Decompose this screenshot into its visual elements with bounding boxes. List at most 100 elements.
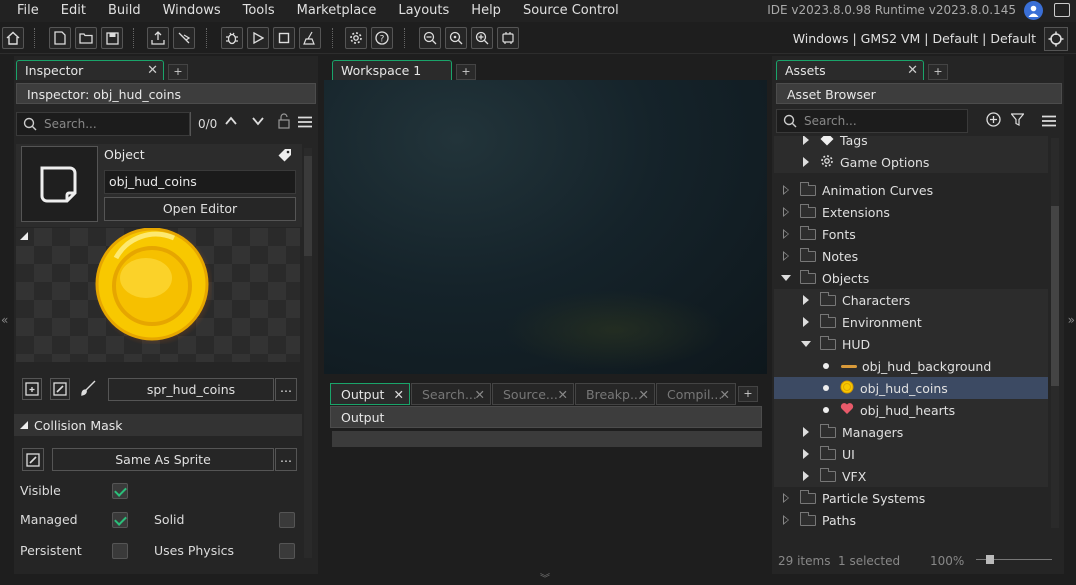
menu-windows[interactable]: Windows bbox=[152, 0, 232, 22]
sprite-selector[interactable]: spr_hud_coins bbox=[108, 378, 274, 401]
menu-source-control[interactable]: Source Control bbox=[512, 0, 630, 22]
tree-item-paths[interactable]: Paths bbox=[774, 509, 1048, 531]
preferences-gear-icon[interactable] bbox=[345, 27, 367, 49]
expand-icon[interactable] bbox=[800, 471, 812, 481]
expand-icon[interactable] bbox=[780, 185, 792, 195]
collapse-icon[interactable] bbox=[780, 275, 792, 281]
clean-build-icon[interactable] bbox=[173, 27, 195, 49]
open-editor-button[interactable]: Open Editor bbox=[104, 197, 296, 221]
add-asset-icon[interactable] bbox=[986, 112, 1001, 130]
tree-item-vfx[interactable]: VFX bbox=[774, 465, 1048, 487]
expand-icon[interactable] bbox=[800, 295, 812, 305]
tree-item-notes[interactable]: Notes bbox=[774, 245, 1048, 267]
menu-layouts[interactable]: Layouts bbox=[387, 0, 460, 22]
lock-icon[interactable] bbox=[278, 113, 290, 132]
tree-item-animation-curves[interactable]: Animation Curves bbox=[774, 179, 1048, 201]
collapse-left-icon[interactable]: « bbox=[1, 313, 8, 327]
home-icon[interactable] bbox=[2, 27, 24, 49]
expand-icon[interactable] bbox=[780, 251, 792, 261]
search-prev-icon[interactable] bbox=[224, 114, 238, 132]
tree-item-tags[interactable]: Tags bbox=[774, 136, 1048, 151]
object-name-input[interactable]: obj_hud_coins bbox=[104, 170, 296, 194]
expand-icon[interactable] bbox=[800, 449, 812, 459]
add-tab-button[interactable]: + bbox=[168, 64, 188, 80]
gamepad-icon[interactable] bbox=[497, 27, 519, 49]
uses-physics-checkbox[interactable] bbox=[279, 543, 295, 559]
close-icon[interactable]: ✕ bbox=[720, 387, 730, 402]
close-icon[interactable]: ✕ bbox=[475, 387, 485, 402]
tab-output-2[interactable]: Source... ✕ bbox=[492, 383, 574, 405]
target-crosshair-icon[interactable] bbox=[1044, 27, 1068, 51]
tree-item-characters[interactable]: Characters bbox=[774, 289, 1048, 311]
managed-checkbox[interactable] bbox=[112, 512, 128, 528]
zoom-reset-icon[interactable] bbox=[445, 27, 467, 49]
menu-marketplace[interactable]: Marketplace bbox=[286, 0, 388, 22]
add-tab-button[interactable]: + bbox=[456, 64, 476, 80]
tab-output-3[interactable]: Breakp... ✕ bbox=[575, 383, 655, 405]
edit-mask-icon[interactable] bbox=[22, 448, 44, 471]
assets-search-input[interactable]: Search... bbox=[776, 109, 968, 133]
open-project-icon[interactable] bbox=[75, 27, 97, 49]
chat-icon[interactable] bbox=[1054, 3, 1070, 17]
clean-icon[interactable] bbox=[299, 27, 321, 49]
expand-icon[interactable] bbox=[780, 515, 792, 525]
collision-mask-section[interactable]: Collision Mask bbox=[14, 414, 302, 436]
run-icon[interactable] bbox=[247, 27, 269, 49]
new-sprite-icon[interactable] bbox=[22, 378, 42, 400]
edit-sprite-icon[interactable] bbox=[50, 378, 70, 400]
close-icon[interactable]: ✕ bbox=[907, 63, 918, 78]
tree-item-fonts[interactable]: Fonts bbox=[774, 223, 1048, 245]
close-icon[interactable]: ✕ bbox=[147, 63, 158, 78]
expand-icon[interactable] bbox=[780, 493, 792, 503]
zoom-slider[interactable] bbox=[974, 554, 1054, 564]
tree-item-objects[interactable]: Objects bbox=[774, 267, 1048, 289]
debug-icon[interactable] bbox=[221, 27, 243, 49]
tab-workspace-1[interactable]: Workspace 1 bbox=[332, 60, 452, 80]
tree-item-game-options[interactable]: Game Options bbox=[774, 151, 1048, 173]
menu-tools[interactable]: Tools bbox=[232, 0, 286, 22]
expand-icon[interactable] bbox=[800, 317, 812, 327]
new-project-icon[interactable] bbox=[49, 27, 71, 49]
close-icon[interactable]: ✕ bbox=[394, 387, 404, 402]
expand-icon[interactable] bbox=[800, 427, 812, 437]
mask-more-button[interactable]: ... bbox=[275, 448, 297, 471]
tab-inspector[interactable]: Inspector ✕ bbox=[16, 60, 164, 80]
close-icon[interactable]: ✕ bbox=[558, 387, 568, 402]
scroll-thumb[interactable] bbox=[304, 156, 312, 256]
save-icon[interactable] bbox=[101, 27, 123, 49]
assets-scrollbar[interactable] bbox=[1051, 138, 1059, 528]
expand-icon[interactable] bbox=[800, 136, 812, 145]
expand-icon[interactable] bbox=[800, 157, 812, 167]
tab-assets[interactable]: Assets ✕ bbox=[776, 60, 924, 80]
sprite-more-button[interactable]: ... bbox=[275, 378, 297, 401]
collapse-right-icon[interactable]: » bbox=[1068, 313, 1075, 327]
tree-item-obj-hud-background[interactable]: obj_hud_background bbox=[774, 355, 1048, 377]
menu-icon[interactable] bbox=[298, 116, 312, 131]
scroll-thumb[interactable] bbox=[1051, 206, 1059, 386]
user-avatar[interactable] bbox=[1024, 1, 1043, 20]
inspector-search-input[interactable]: Search... bbox=[16, 112, 190, 136]
menu-edit[interactable]: Edit bbox=[50, 0, 97, 22]
menu-icon[interactable] bbox=[1042, 115, 1056, 130]
tree-item-obj-hud-coins[interactable]: obj_hud_coins bbox=[774, 377, 1048, 399]
tree-item-obj-hud-hearts[interactable]: obj_hud_hearts bbox=[774, 399, 1048, 421]
expand-icon[interactable] bbox=[780, 207, 792, 217]
search-next-icon[interactable] bbox=[251, 114, 265, 131]
solid-checkbox[interactable] bbox=[279, 512, 295, 528]
tab-output-4[interactable]: Compil... ✕ bbox=[656, 383, 736, 405]
brush-icon[interactable] bbox=[80, 380, 96, 399]
menu-build[interactable]: Build bbox=[97, 0, 152, 22]
leaf-bullet-icon[interactable] bbox=[820, 407, 832, 413]
menu-help[interactable]: Help bbox=[460, 0, 512, 22]
tree-item-particle-systems[interactable]: Particle Systems bbox=[774, 487, 1048, 509]
filter-icon[interactable] bbox=[1010, 113, 1025, 129]
leaf-bullet-icon[interactable] bbox=[820, 363, 832, 369]
close-icon[interactable]: ✕ bbox=[639, 387, 649, 402]
leaf-bullet-icon[interactable] bbox=[820, 385, 832, 391]
persistent-checkbox[interactable] bbox=[112, 543, 128, 559]
mask-selector[interactable]: Same As Sprite bbox=[52, 448, 274, 471]
tree-item-extensions[interactable]: Extensions bbox=[774, 201, 1048, 223]
workspace-canvas[interactable] bbox=[324, 80, 767, 374]
stop-icon[interactable] bbox=[273, 27, 295, 49]
collapse-icon[interactable] bbox=[800, 341, 812, 347]
